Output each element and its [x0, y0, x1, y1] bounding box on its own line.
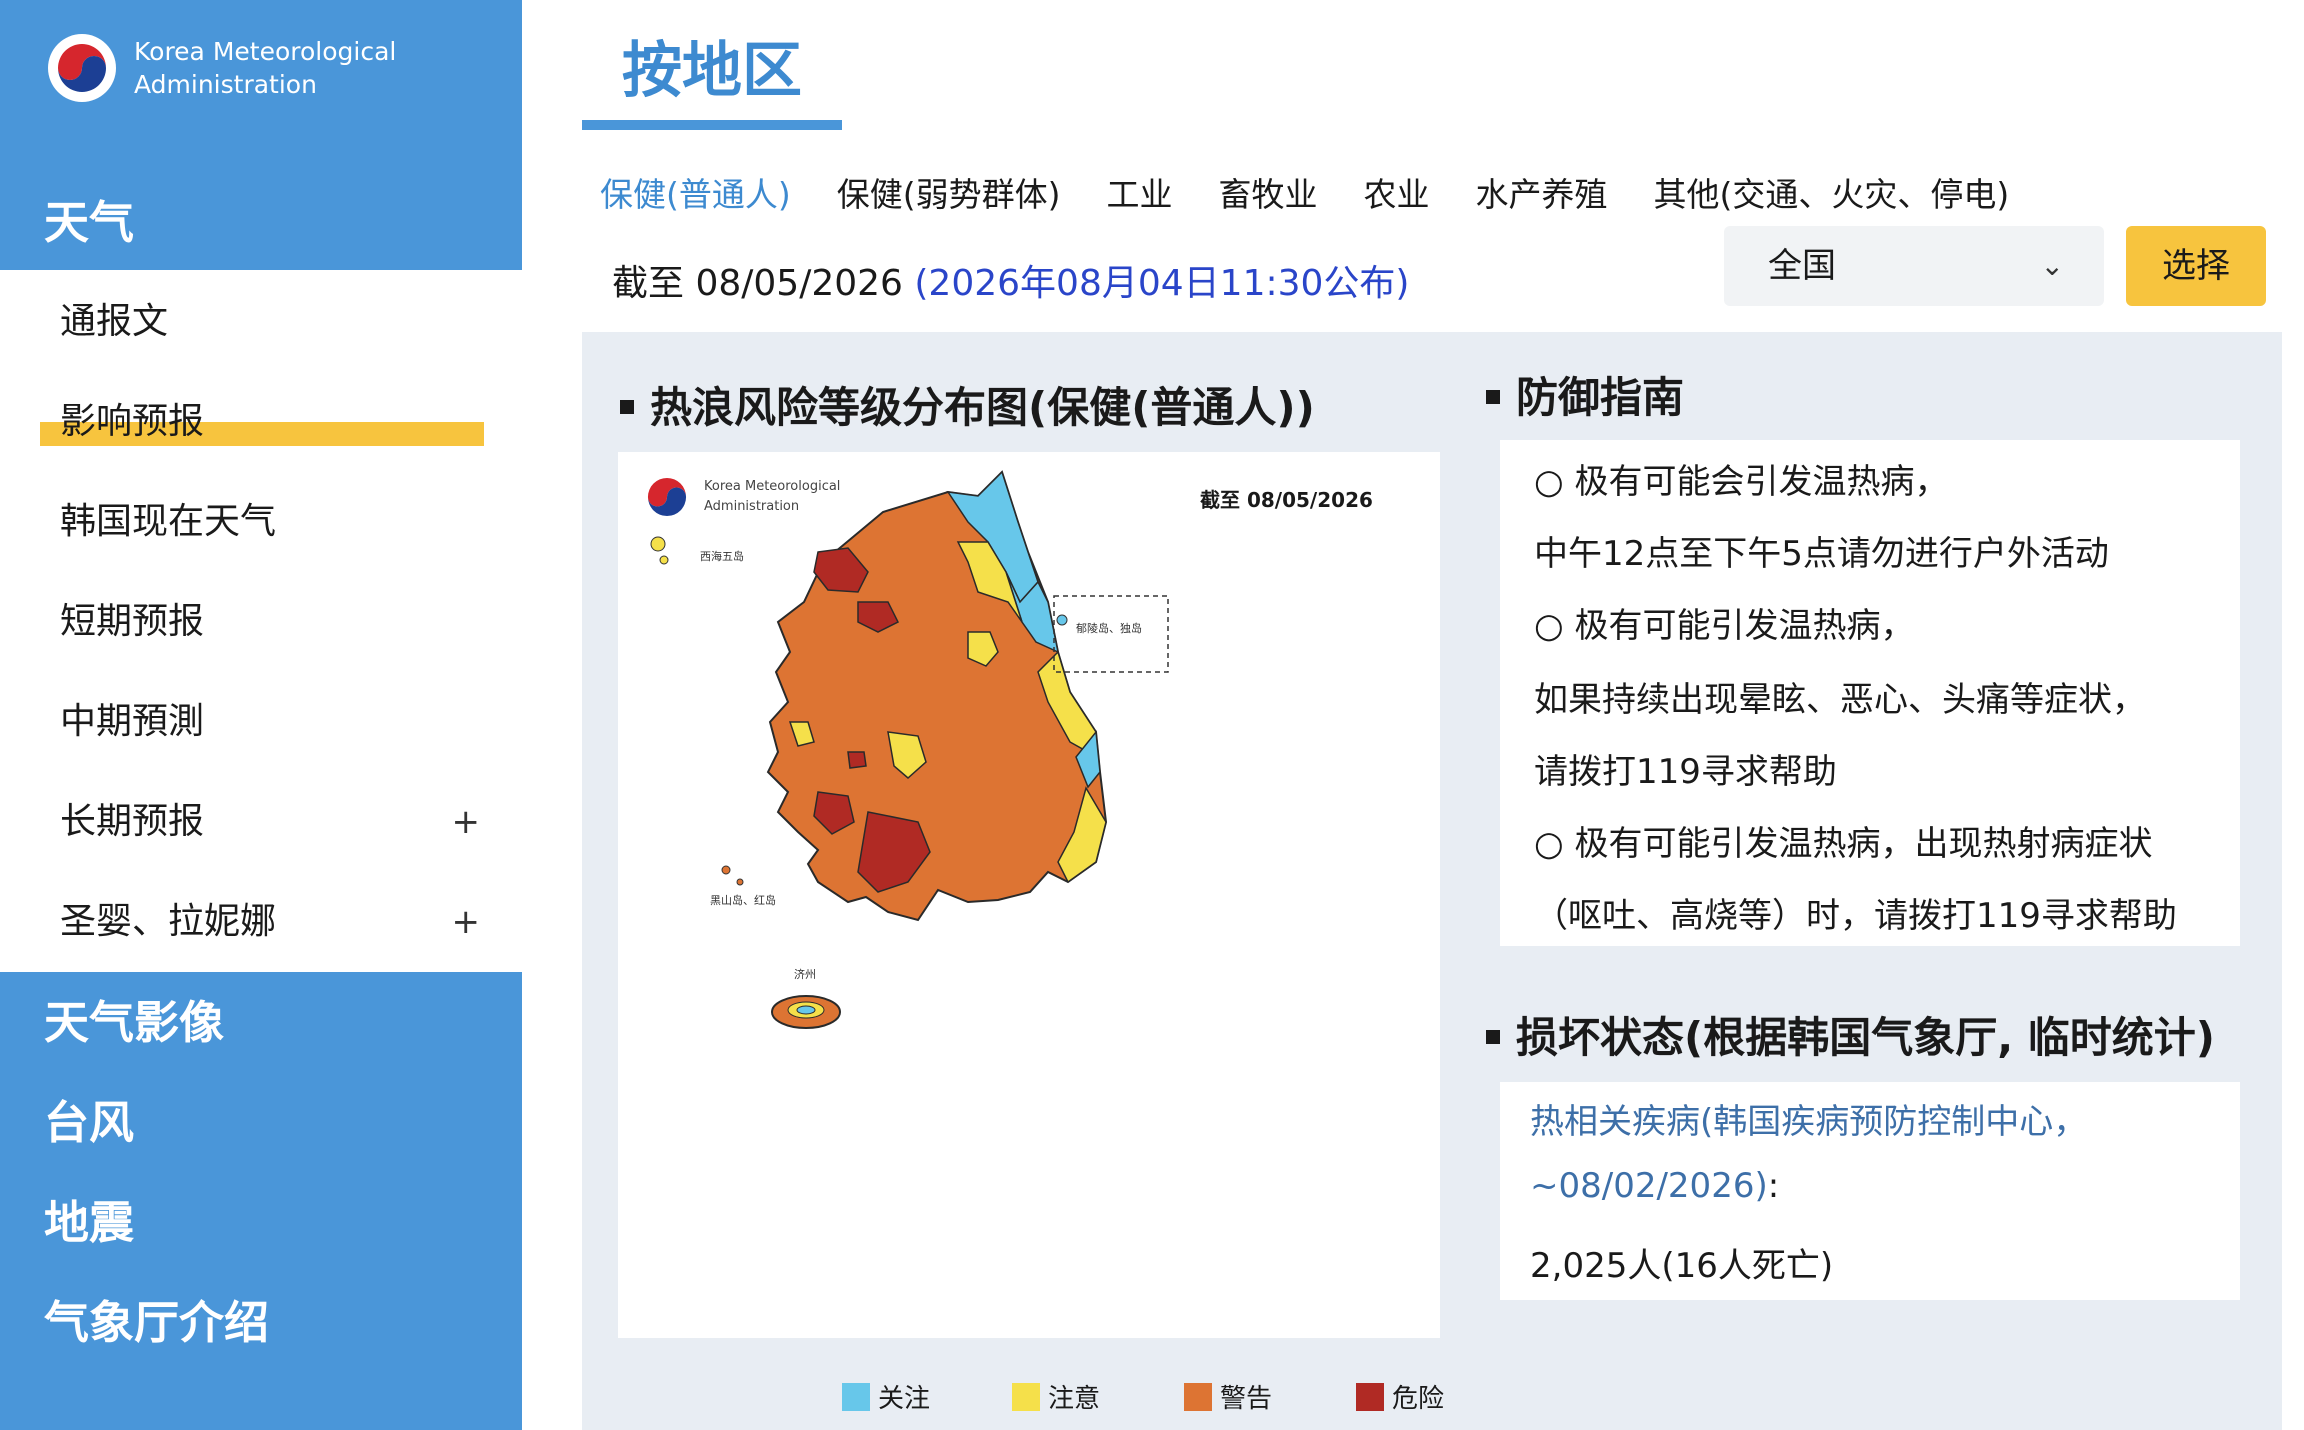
region-select[interactable]: 全国 ⌄: [1724, 226, 2104, 306]
guide-line: 如果持续出现晕眩、恶心、头痛等症状，: [1534, 680, 2146, 720]
damage-value: 2,025人(16人死亡): [1530, 1246, 1834, 1286]
legend-swatch: [842, 1382, 870, 1411]
legend-swatch: [1184, 1382, 1212, 1411]
island-sw-1: [721, 865, 731, 875]
guide-line: 请拨打119寻求帮助: [1534, 752, 1837, 792]
guide-line: 中午12点至下午5点请勿进行户外活动: [1534, 534, 2109, 574]
sidebar-item-bulletin[interactable]: 通报文: [60, 292, 480, 352]
jeju-attention: [796, 1005, 816, 1015]
ulleung-island: [1056, 614, 1068, 626]
tab-agriculture[interactable]: 农业: [1364, 168, 1430, 216]
category-weather-images[interactable]: 天气影像: [44, 986, 224, 1051]
label-heuksan: 黑山岛、红岛: [710, 893, 776, 907]
issue-date: 截至 08/05/2026 (2026年08月04日11:30公布): [612, 254, 1409, 306]
sidebar-item-enso[interactable]: 圣婴、拉妮娜 +: [60, 892, 480, 952]
damage-source-line1: 热相关疾病(韩国疾病预防控制中心，: [1530, 1094, 2087, 1143]
label-ulleung: 郁陵岛、独岛: [1076, 621, 1142, 635]
label-jeju: 济州: [794, 967, 816, 981]
island-seohae: [650, 536, 666, 552]
guide-line: ○ 极有可能引发温热病，出现热射病症状: [1534, 824, 2153, 864]
expand-plus-icon[interactable]: +: [452, 892, 481, 952]
korea-map: 西海五岛 郁陵岛、独岛 黑山岛、红岛 济州: [650, 470, 1169, 1029]
guide-line: （呕吐、高烧等）时，请拨打119寻求帮助: [1534, 896, 2177, 936]
bullet-square-icon: [1486, 1029, 1500, 1044]
select-button[interactable]: 选择: [2126, 226, 2266, 306]
tab-industry[interactable]: 工业: [1107, 168, 1173, 216]
legend-swatch: [1356, 1382, 1384, 1411]
tab-other[interactable]: 其他(交通、火灾、停电): [1654, 168, 2010, 216]
kma-name: Korea Meteorological Administration: [134, 37, 397, 99]
damage-card: 热相关疾病(韩国疾病预防控制中心， ~08/02/2026): 2,025人(1…: [1500, 1082, 2240, 1300]
damage-source-link[interactable]: 热相关疾病(韩国疾病预防控制中心，: [1530, 1102, 2087, 1142]
kma-logo[interactable]: Korea Meteorological Administration: [48, 34, 396, 102]
category-about[interactable]: 气象厅介绍: [44, 1286, 269, 1351]
category-earthquake[interactable]: 地震: [44, 1186, 134, 1251]
inland-danger: [847, 751, 867, 769]
island-sw-2: [736, 878, 744, 886]
heatwave-risk-map: Korea Meteorological Administration 截至 0…: [618, 452, 1440, 1338]
expand-plus-icon[interactable]: +: [452, 792, 481, 852]
island-small: [659, 555, 669, 565]
legend-caution: 注意: [1012, 1378, 1100, 1415]
guide-line: ○ 极有可能会引发温热病，: [1534, 462, 1949, 502]
page-title: 按地区: [622, 36, 802, 106]
tab-health-general[interactable]: 保健(普通人): [600, 168, 791, 216]
tab-livestock[interactable]: 畜牧业: [1219, 168, 1318, 216]
published-time: (2026年08月04日11:30公布): [914, 263, 1410, 304]
sidebar: Korea Meteorological Administration 天气 通…: [0, 0, 522, 1430]
legend-swatch: [1012, 1382, 1040, 1411]
bullet-square-icon: [620, 399, 634, 414]
damage-source-link-date[interactable]: ~08/02/2026): [1530, 1166, 1768, 1206]
title-underline: [582, 120, 842, 130]
sidebar-item-current-weather[interactable]: 韩国现在天气: [60, 492, 480, 552]
sidebar-categories: 天气影像 台风 地震 气象厅介绍: [0, 972, 522, 1430]
legend-attention: 关注: [842, 1378, 930, 1415]
guide-card: ○ 极有可能会引发温热病， 中午12点至下午5点请勿进行户外活动 ○ 极有可能引…: [1500, 440, 2240, 946]
tab-aquaculture[interactable]: 水产养殖: [1476, 168, 1608, 216]
bullet-square-icon: [1486, 389, 1500, 404]
legend-warning: 警告: [1184, 1378, 1272, 1415]
label-seohae: 西海五岛: [700, 549, 744, 563]
guide-heading: 防御指南: [1486, 364, 1684, 425]
category-weather[interactable]: 天气: [44, 186, 134, 251]
damage-heading: 损坏状态(根据韩国气象厅, 临时统计): [1486, 1004, 2215, 1065]
sidebar-item-mid-term[interactable]: 中期預測: [60, 692, 480, 752]
sidebar-item-short-term[interactable]: 短期预报: [60, 592, 480, 652]
chevron-down-icon: ⌄: [2040, 249, 2064, 282]
kma-emblem-icon: [48, 34, 116, 102]
sidebar-header: Korea Meteorological Administration 天气: [0, 0, 522, 270]
tab-health-vulnerable[interactable]: 保健(弱势群体): [837, 168, 1061, 216]
as-of-date: 截至 08/05/2026: [612, 263, 903, 304]
sector-tabs: 保健(普通人) 保健(弱势群体) 工业 畜牧业 农业 水产养殖 其他(交通、火灾…: [600, 168, 2055, 216]
legend-danger: 危险: [1356, 1378, 1444, 1415]
sidebar-item-impact-forecast[interactable]: 影响预报: [60, 392, 480, 452]
map-heading: 热浪风险等级分布图(保健(普通人)): [620, 374, 1315, 435]
category-typhoon[interactable]: 台风: [44, 1086, 134, 1151]
sidebar-item-long-term[interactable]: 长期预报 +: [60, 792, 480, 852]
damage-source-line2: ~08/02/2026):: [1530, 1166, 1780, 1206]
guide-line: ○ 极有可能引发温热病，: [1534, 606, 1915, 646]
